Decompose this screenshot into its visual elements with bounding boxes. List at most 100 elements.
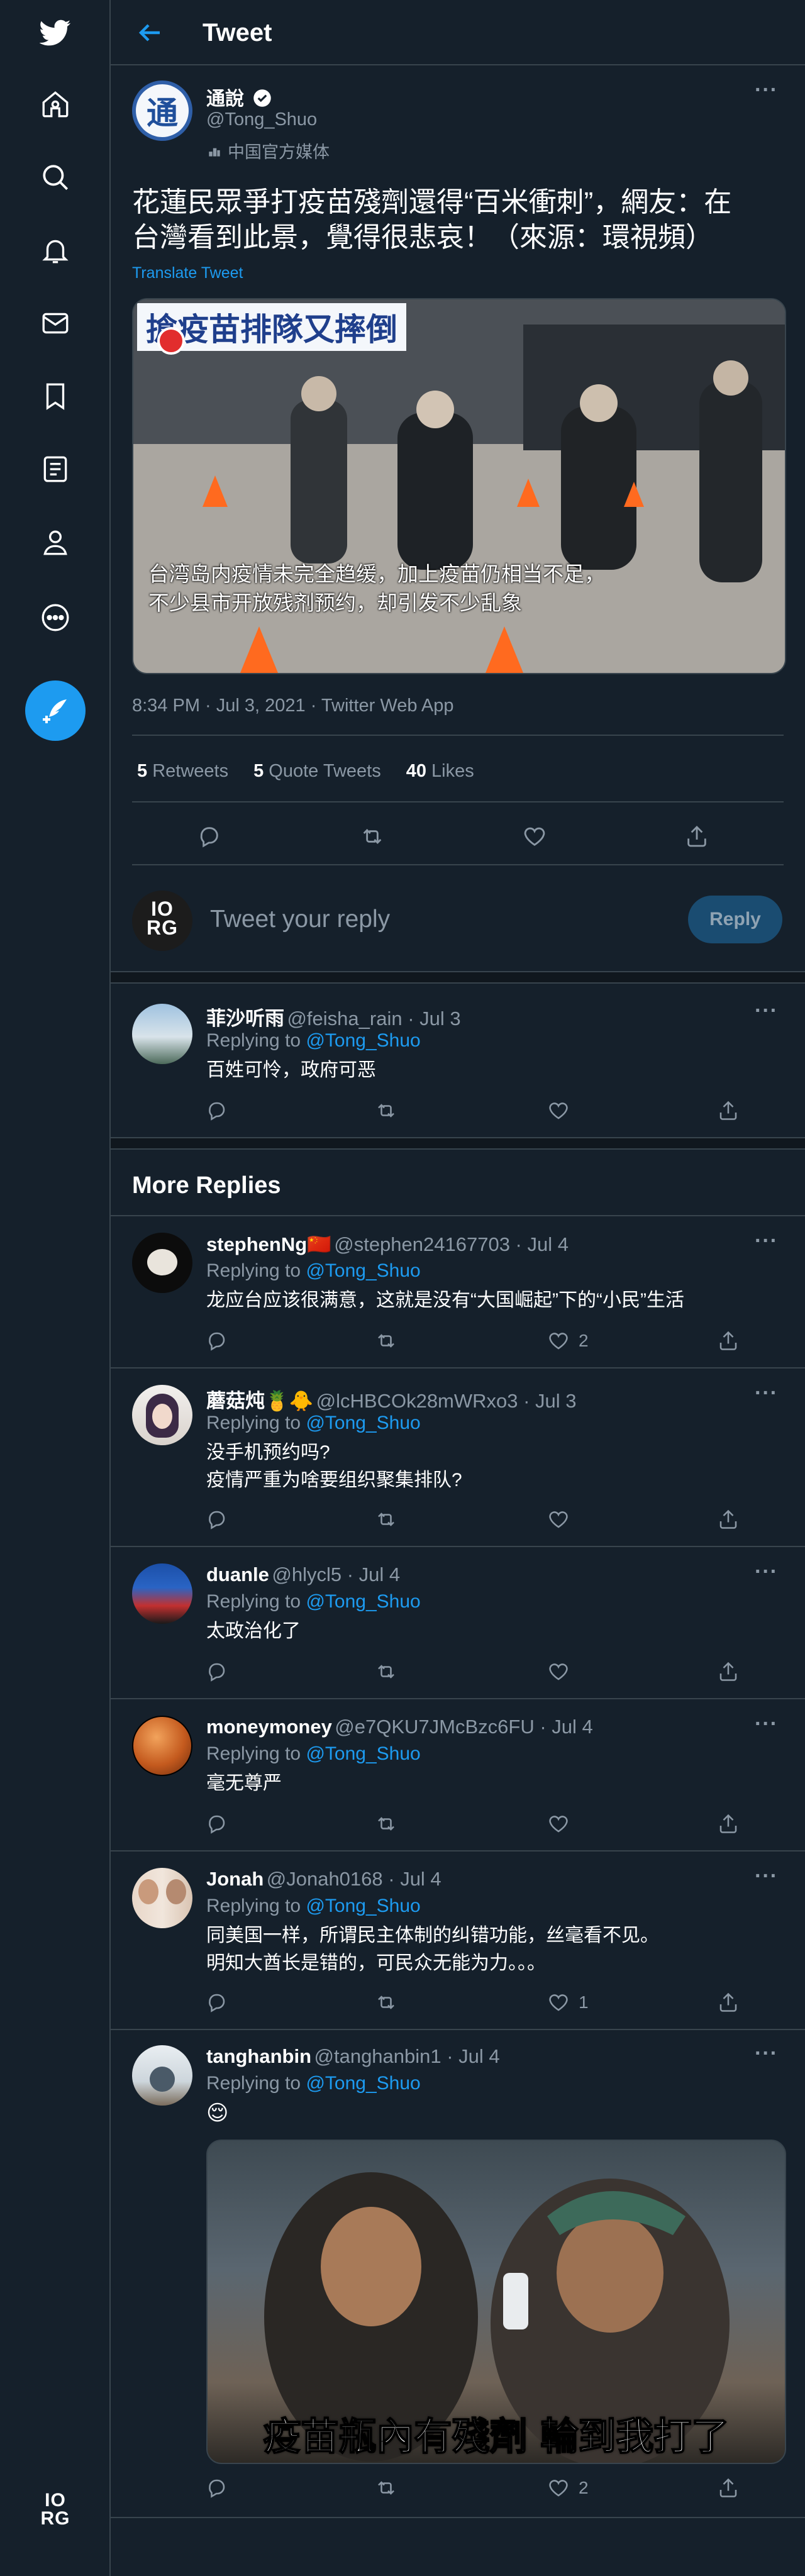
reply-author-name[interactable]: 菲沙听雨 [206, 1008, 284, 1030]
more-options-icon[interactable]: ··· [755, 2041, 778, 2066]
more-options-icon[interactable]: ··· [755, 1381, 778, 1406]
retweet-action[interactable] [375, 1326, 397, 1356]
like-action[interactable] [547, 1809, 579, 1839]
replying-handle-link[interactable]: @Tong_Shuo [306, 2073, 420, 2094]
search-icon[interactable] [36, 158, 74, 196]
replying-handle-link[interactable]: @Tong_Shuo [306, 1260, 420, 1281]
compose-tweet-button[interactable] [25, 680, 86, 741]
replying-handle-link[interactable]: @Tong_Shuo [306, 1896, 420, 1916]
reply-author-name[interactable]: duanle [206, 1563, 269, 1585]
tweet-image[interactable]: 搶疫苗排隊又摔倒 台湾岛内疫情未完全趋缓，加上疫苗仍相当不足， 不少县市开放残剂… [132, 298, 786, 674]
retweet-action[interactable] [375, 1096, 397, 1126]
reply-author-name[interactable]: moneymoney [206, 1716, 332, 1738]
like-action[interactable]: 2 [547, 2473, 589, 2503]
more-options-icon[interactable]: ··· [755, 999, 778, 1023]
share-action[interactable] [684, 821, 709, 852]
reply-author-name[interactable]: stephenNg🇨🇳 [206, 1233, 331, 1255]
twitter-logo-icon[interactable] [36, 14, 74, 52]
reply-action[interactable] [205, 1096, 228, 1126]
share-action[interactable] [717, 1987, 740, 2018]
reply-author-handle[interactable]: @stephen24167703 · Jul 4 [334, 1233, 569, 1255]
reply-action[interactable] [205, 1657, 228, 1687]
reply-avatar[interactable] [132, 1868, 192, 1928]
reply-author-handle[interactable]: @hlycl5 · Jul 4 [272, 1563, 400, 1585]
reply-avatar[interactable] [132, 1004, 192, 1064]
reply-author-name[interactable]: tanghanbin [206, 2045, 311, 2067]
account-logo[interactable]: IO RG [35, 2491, 75, 2528]
reply-item[interactable]: 菲沙听雨 @feisha_rain · Jul 3 ··· Replying t… [111, 985, 805, 1137]
author-avatar[interactable]: 通 [132, 80, 192, 141]
retweets-stat[interactable]: 5 Retweets [137, 761, 228, 782]
reply-author-handle[interactable]: @lcHBCOk28mWRxo3 · Jul 3 [316, 1390, 577, 1412]
retweet-action[interactable] [375, 1987, 397, 2018]
profile-icon[interactable] [36, 523, 74, 561]
reply-action[interactable] [205, 1326, 228, 1356]
reply-item[interactable]: 蘑菇炖🍍🐥 @lcHBCOk28mWRxo3 · Jul 3 ··· Reply… [111, 1368, 805, 1546]
quotes-stat[interactable]: 5 Quote Tweets [253, 761, 381, 782]
reply-input[interactable]: Tweet your reply [210, 906, 390, 933]
tweet-meta[interactable]: 8:34 PM · Jul 3, 2021 · Twitter Web App [132, 696, 454, 716]
back-arrow-icon[interactable] [135, 18, 165, 48]
author-name[interactable]: 通說 [206, 89, 244, 109]
share-action[interactable] [717, 1326, 740, 1356]
reply-item[interactable]: stephenNg🇨🇳 @stephen24167703 · Jul 4 ···… [111, 1216, 805, 1367]
replying-handle-link[interactable]: @Tong_Shuo [306, 1030, 420, 1051]
reply-author-handle[interactable]: @e7QKU7JMcBzc6FU · Jul 4 [335, 1716, 592, 1738]
like-action[interactable] [522, 821, 547, 852]
reply-item[interactable]: tanghanbin @tanghanbin1 · Jul 4 ··· Repl… [111, 2030, 805, 2514]
reply-action[interactable] [205, 1504, 228, 1535]
replying-handle-link[interactable]: @Tong_Shuo [306, 1591, 420, 1612]
reply-item[interactable]: Jonah @Jonah0168 · Jul 4 ··· Replying to… [111, 1852, 805, 2029]
more-options-icon[interactable]: ··· [755, 1712, 778, 1736]
reply-item[interactable]: moneymoney @e7QKU7JMcBzc6FU · Jul 4 ··· … [111, 1699, 805, 1850]
retweet-action[interactable] [360, 821, 385, 852]
reply-gif[interactable]: 疫苗瓶內有殘劑 輪到我打了 [206, 2140, 786, 2464]
reply-author-handle[interactable]: @tanghanbin1 · Jul 4 [314, 2045, 500, 2067]
like-action[interactable] [547, 1096, 579, 1126]
home-icon[interactable] [36, 86, 74, 123]
state-media-label[interactable]: 中国官方媒体 [206, 138, 330, 163]
share-action[interactable] [717, 1657, 740, 1687]
more-options-icon[interactable]: ··· [755, 78, 778, 103]
share-action[interactable] [717, 1809, 740, 1839]
reply-button[interactable]: Reply [688, 896, 782, 943]
reply-action[interactable] [196, 821, 221, 852]
reply-author-handle[interactable]: @feisha_rain · Jul 3 [287, 1008, 460, 1030]
like-action[interactable] [547, 1504, 579, 1535]
list-icon[interactable] [36, 450, 74, 488]
composer-avatar[interactable]: IO RG [132, 891, 192, 951]
replying-handle-link[interactable]: @Tong_Shuo [306, 1413, 420, 1433]
translate-tweet-link[interactable]: Translate Tweet [132, 264, 243, 282]
more-options-icon[interactable]: ··· [755, 1864, 778, 1889]
reply-action[interactable] [205, 1809, 228, 1839]
retweet-action[interactable] [375, 2473, 397, 2503]
reply-avatar[interactable] [132, 1233, 192, 1293]
mail-icon[interactable] [36, 304, 74, 342]
reply-avatar[interactable] [132, 1563, 192, 1624]
replying-handle-link[interactable]: @Tong_Shuo [306, 1743, 420, 1764]
reply-action[interactable] [205, 1987, 228, 2018]
retweet-action[interactable] [375, 1504, 397, 1535]
reply-avatar[interactable] [132, 2045, 192, 2106]
reply-avatar[interactable] [132, 1716, 192, 1776]
reply-author-name[interactable]: 蘑菇炖🍍🐥 [206, 1390, 313, 1412]
share-action[interactable] [717, 1504, 740, 1535]
retweet-action[interactable] [375, 1657, 397, 1687]
like-action[interactable]: 1 [547, 1987, 589, 2018]
likes-stat[interactable]: 40 Likes [406, 761, 474, 782]
reply-avatar[interactable] [132, 1385, 192, 1445]
more-options-icon[interactable]: ··· [755, 1229, 778, 1253]
reply-author-name[interactable]: Jonah [206, 1868, 264, 1890]
more-options-icon[interactable]: ··· [755, 1560, 778, 1584]
author-handle[interactable]: @Tong_Shuo [206, 109, 317, 130]
reply-action[interactable] [205, 2473, 228, 2503]
author-name-row[interactable]: 通說 [206, 83, 272, 111]
reply-item[interactable]: duanle @hlycl5 · Jul 4 ··· Replying to @… [111, 1547, 805, 1698]
like-action[interactable]: 2 [547, 1326, 589, 1356]
retweet-action[interactable] [375, 1809, 397, 1839]
share-action[interactable] [717, 2473, 740, 2503]
reply-author-handle[interactable]: @Jonah0168 · Jul 4 [267, 1868, 441, 1890]
more-icon[interactable] [36, 599, 74, 636]
like-action[interactable] [547, 1657, 579, 1687]
bookmark-icon[interactable] [36, 377, 74, 415]
